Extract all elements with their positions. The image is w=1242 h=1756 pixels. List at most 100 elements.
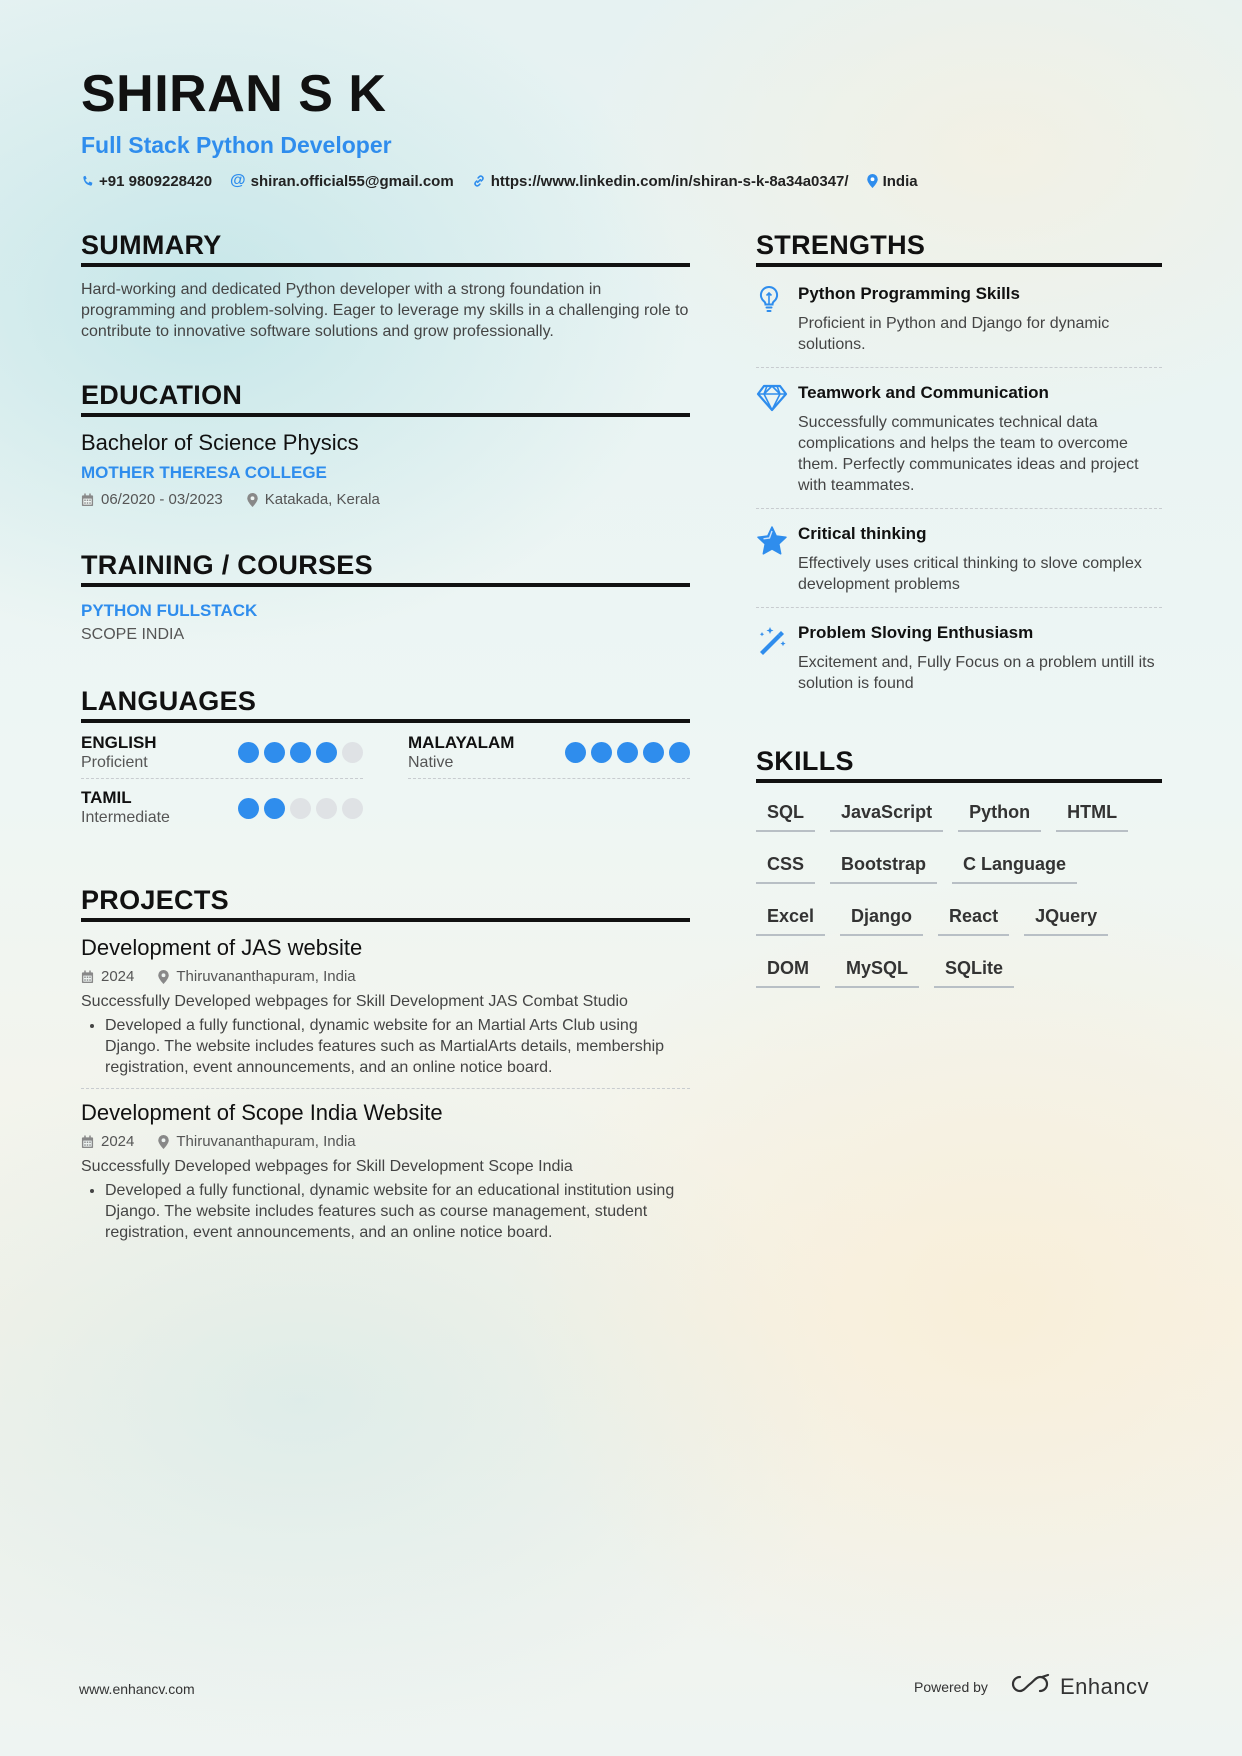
brand-name: Enhancv bbox=[1059, 1673, 1150, 1699]
project-location-text: Thiruvananthapuram, India bbox=[176, 1133, 356, 1150]
calendar-icon bbox=[81, 970, 94, 984]
courses-section: TRAINING / COURSES PYTHON FULLSTACK SCOP… bbox=[81, 548, 690, 644]
footer-website[interactable]: www.enhancv.com bbox=[79, 1681, 195, 1697]
skills-heading: SKILLS bbox=[756, 744, 1162, 783]
rating-dot-filled bbox=[264, 797, 285, 819]
project-meta: 2024 Thiruvananthapuram, India bbox=[81, 1133, 690, 1150]
rating-dot-filled bbox=[591, 742, 612, 763]
calendar-icon bbox=[81, 493, 94, 507]
skills-list: SQL JavaScript Python HTML CSS Bootstrap… bbox=[756, 795, 1162, 1003]
project-title: Development of Scope India Website bbox=[81, 1100, 443, 1125]
strength-item: Critical thinking Effectively uses criti… bbox=[756, 519, 1162, 608]
location-text: India bbox=[882, 172, 918, 190]
rating-dot-filled bbox=[238, 797, 259, 819]
courses-heading: TRAINING / COURSES bbox=[81, 548, 690, 587]
rating-dot-filled bbox=[264, 742, 285, 763]
rating-dot-empty bbox=[290, 797, 311, 819]
contact-phone[interactable]: +91 9809228420 bbox=[81, 173, 212, 190]
skill-tag: C Language bbox=[952, 847, 1078, 884]
rating-dot-filled bbox=[669, 742, 690, 763]
strength-title: Critical thinking bbox=[798, 524, 927, 543]
contact-email[interactable]: @ shiran.official55@gmail.com bbox=[230, 172, 454, 190]
left-column: SUMMARY Hard-working and dedicated Pytho… bbox=[81, 228, 690, 1291]
projects-section: PROJECTS Development of JAS website 2024… bbox=[81, 883, 690, 1253]
rating-dot-filled bbox=[290, 742, 311, 763]
languages-heading: LANGUAGES bbox=[81, 684, 690, 723]
language-item: TAMIL Intermediate bbox=[81, 788, 363, 834]
project-bullet: Developed a fully functional, dynamic we… bbox=[105, 1015, 690, 1078]
strength-title: Teamwork and Communication bbox=[798, 383, 1049, 402]
summary-text: Hard-working and dedicated Python develo… bbox=[81, 281, 689, 340]
strengths-heading: STRENGTHS bbox=[756, 228, 1162, 267]
skill-tag: React bbox=[938, 899, 1010, 936]
projects-heading: PROJECTS bbox=[81, 883, 690, 922]
project-description: Successfully Developed webpages for Skil… bbox=[81, 993, 628, 1010]
education-heading: EDUCATION bbox=[81, 378, 690, 417]
resume-header: SHIRAN S K Full Stack Python Developer +… bbox=[81, 64, 1161, 190]
strength-item: Teamwork and Communication Successfully … bbox=[756, 378, 1162, 509]
strength-title: Problem Sloving Enthusiasm bbox=[798, 623, 1034, 642]
skill-tag: HTML bbox=[1056, 795, 1129, 832]
phone-icon bbox=[81, 175, 94, 188]
rating-dot-filled bbox=[643, 742, 664, 763]
rating-dot-empty bbox=[316, 797, 337, 819]
strength-description: Successfully communicates technical data… bbox=[798, 414, 1139, 494]
skills-section: SKILLS SQL JavaScript Python HTML CSS Bo… bbox=[756, 744, 1162, 1003]
project-year: 2024 bbox=[81, 1133, 134, 1150]
dates-text: 06/2020 - 03/2023 bbox=[101, 491, 223, 508]
strengths-section: STRENGTHS Python Programming Skills Prof… bbox=[756, 228, 1162, 706]
strength-item: Problem Sloving Enthusiasm Excitement an… bbox=[756, 618, 1162, 706]
project-location: Thiruvananthapuram, India bbox=[158, 968, 356, 985]
language-name: MALAYALAM bbox=[408, 732, 515, 752]
language-level: Native bbox=[408, 753, 454, 771]
location-pin-icon bbox=[158, 969, 170, 984]
skill-tag: Python bbox=[958, 795, 1042, 832]
calendar-icon bbox=[81, 1135, 94, 1149]
languages-section: LANGUAGES ENGLISH Proficient MALAYALAM N… bbox=[81, 684, 690, 845]
star-icon bbox=[756, 523, 798, 595]
language-level: Proficient bbox=[81, 753, 148, 771]
project-item: Development of Scope India Website 2024 … bbox=[81, 1088, 690, 1253]
powered-by-label: Powered by bbox=[914, 1678, 988, 1695]
strength-description: Excitement and, Fully Focus on a problem… bbox=[798, 654, 1155, 692]
language-item: MALAYALAM Native bbox=[408, 732, 690, 779]
language-rating bbox=[560, 742, 690, 763]
project-description: Successfully Developed webpages for Skil… bbox=[81, 1158, 573, 1175]
project-title: Development of JAS website bbox=[81, 935, 363, 960]
strength-title: Python Programming Skills bbox=[798, 284, 1020, 303]
contact-row: +91 9809228420 @ shiran.official55@gmail… bbox=[81, 172, 1161, 190]
project-bullets: Developed a fully functional, dynamic we… bbox=[81, 1015, 690, 1078]
project-item: Development of JAS website 2024 Thiruvan… bbox=[81, 934, 690, 1088]
project-location-text: Thiruvananthapuram, India bbox=[176, 968, 356, 985]
strength-description: Proficient in Python and Django for dyna… bbox=[798, 315, 1110, 353]
contact-linkedin[interactable]: https://www.linkedin.com/in/shiran-s-k-8… bbox=[472, 173, 849, 190]
at-icon: @ bbox=[230, 172, 246, 189]
skill-tag: MySQL bbox=[835, 951, 920, 988]
project-bullets: Developed a fully functional, dynamic we… bbox=[81, 1180, 690, 1243]
skill-tag: SQLite bbox=[934, 951, 1015, 988]
school-name: MOTHER THERESA COLLEGE bbox=[81, 463, 327, 482]
location-pin-icon bbox=[866, 174, 878, 188]
rating-dot-filled bbox=[565, 742, 586, 763]
rating-dot-empty bbox=[342, 742, 363, 763]
right-column: STRENGTHS Python Programming Skills Prof… bbox=[756, 228, 1162, 1041]
course-name: PYTHON FULLSTACK bbox=[81, 601, 258, 620]
project-year-text: 2024 bbox=[101, 968, 135, 985]
contact-location: India bbox=[866, 172, 918, 190]
project-bullet: Developed a fully functional, dynamic we… bbox=[105, 1180, 690, 1243]
education-meta: 06/2020 - 03/2023 Katakada, Kerala bbox=[81, 491, 690, 508]
enhancv-logo-icon bbox=[1010, 1673, 1052, 1700]
education-location-text: Katakada, Kerala bbox=[264, 491, 380, 508]
lightbulb-icon bbox=[756, 283, 798, 355]
language-rating bbox=[233, 742, 363, 763]
language-name: ENGLISH bbox=[81, 732, 157, 752]
location-pin-icon bbox=[158, 1134, 170, 1149]
language-name: TAMIL bbox=[81, 788, 132, 807]
education-location: Katakada, Kerala bbox=[247, 491, 380, 508]
strength-item: Python Programming Skills Proficient in … bbox=[756, 279, 1162, 368]
diamond-icon bbox=[756, 382, 798, 496]
rating-dot-empty bbox=[342, 797, 363, 819]
strength-description: Effectively uses critical thinking to sl… bbox=[798, 555, 1142, 593]
skill-tag: CSS bbox=[756, 847, 816, 884]
linkedin-text: https://www.linkedin.com/in/shiran-s-k-8… bbox=[490, 172, 849, 190]
